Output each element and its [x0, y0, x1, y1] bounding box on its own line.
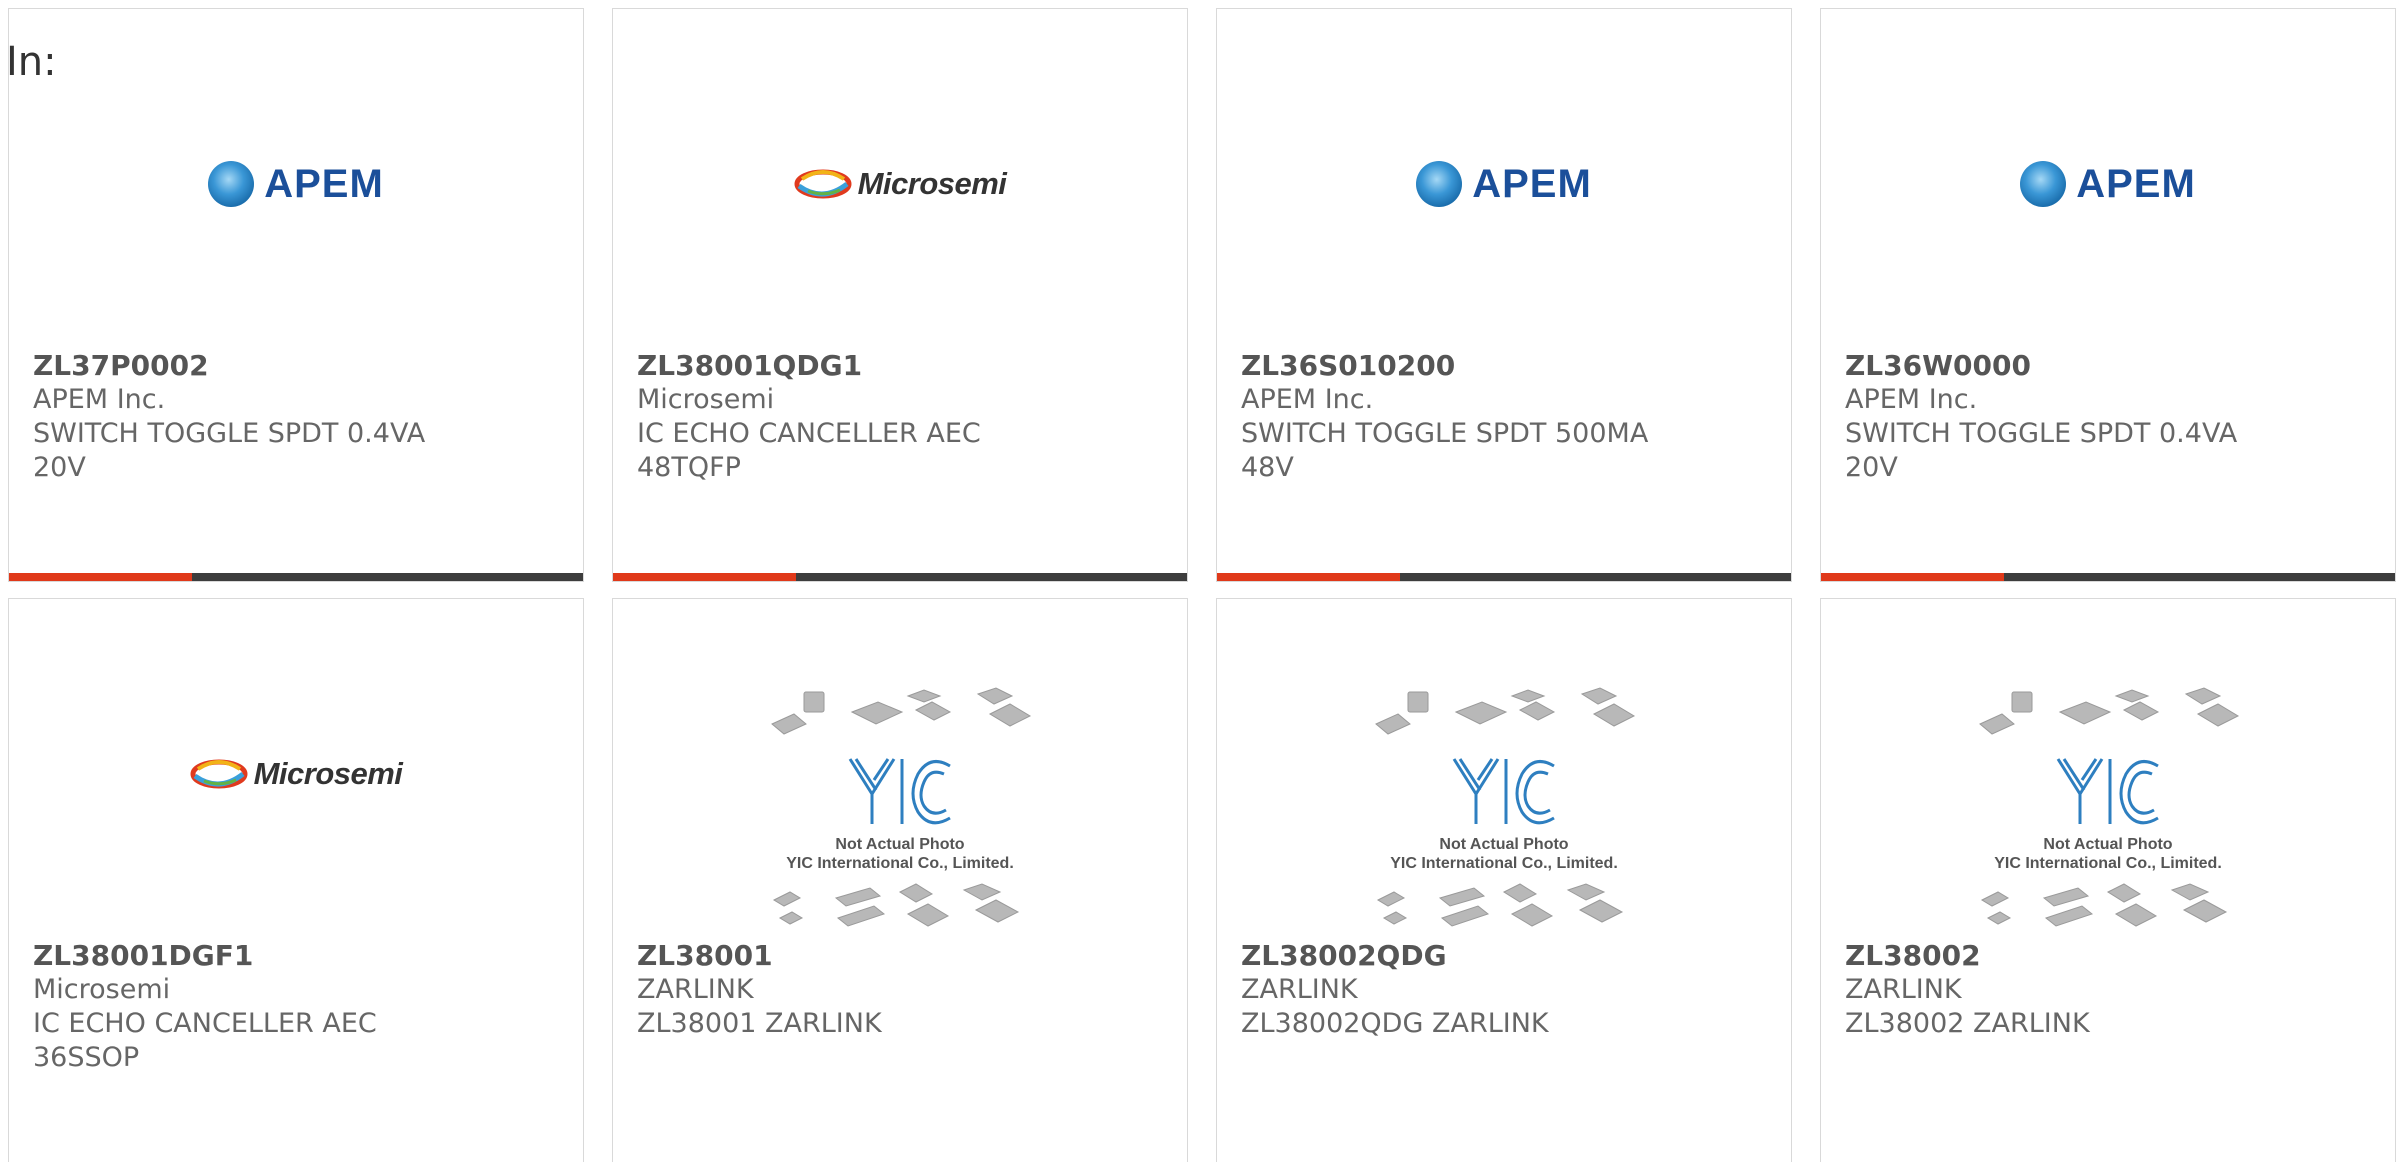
placeholder-caption-2: YIC International Co., Limited. — [1994, 855, 2222, 872]
product-card[interactable]: Not Actual Photo YIC International Co., … — [612, 598, 1188, 1162]
manufacturer: ZARLINK — [1845, 974, 1962, 1005]
product-card[interactable]: Microsemi ZL38001DGF1 Microsemi IC ECHO … — [8, 598, 584, 1162]
manufacturer: APEM Inc. — [33, 384, 166, 415]
placeholder-caption-1: Not Actual Photo — [835, 836, 964, 853]
description: ZL38002QDG ZARLINK — [1241, 1008, 1549, 1039]
description: SWITCH TOGGLE SPDT 0.4VA 20V — [33, 418, 426, 483]
yic-placeholder-image: Not Actual Photo YIC International Co., … — [1979, 687, 2240, 927]
microsemi-swirl-icon — [794, 169, 852, 199]
apem-logo: APEM — [208, 161, 384, 207]
card-footer-bar — [613, 573, 1187, 581]
manufacturer: ZARLINK — [1241, 974, 1358, 1005]
placeholder-caption-2: YIC International Co., Limited. — [786, 855, 1014, 872]
apem-logo-text: APEM — [264, 161, 384, 206]
apem-logo: APEM — [1416, 161, 1592, 207]
description: SWITCH TOGGLE SPDT 0.4VA 20V — [1845, 418, 2238, 483]
search-label: In: — [6, 39, 57, 85]
description: IC ECHO CANCELLER AEC 36SSOP — [33, 1008, 377, 1073]
part-number[interactable]: ZL36S010200 — [1241, 349, 1767, 383]
microsemi-logo: Microsemi — [190, 756, 403, 792]
product-card[interactable]: APEM ZL37P0002 APEM Inc. SWITCH TOGGLE S… — [8, 8, 584, 582]
microsemi-logo: Microsemi — [794, 166, 1007, 202]
microsemi-swirl-icon — [190, 759, 248, 789]
apem-globe-icon — [208, 161, 255, 207]
part-number[interactable]: ZL38001DGF1 — [33, 939, 559, 973]
card-footer-bar — [1217, 573, 1791, 581]
manufacturer: APEM Inc. — [1241, 384, 1374, 415]
product-image: Not Actual Photo YIC International Co., … — [1217, 679, 1791, 939]
description: SWITCH TOGGLE SPDT 500MA 48V — [1241, 418, 1649, 483]
part-number[interactable]: ZL36W0000 — [1845, 349, 2371, 383]
apem-globe-icon — [2020, 161, 2067, 207]
part-number[interactable]: ZL38001 — [637, 939, 1163, 973]
product-image: APEM — [1217, 119, 1791, 249]
apem-logo-text: APEM — [2076, 161, 2196, 206]
apem-globe-icon — [1416, 161, 1463, 207]
product-card[interactable]: APEM ZL36S010200 APEM Inc. SWITCH TOGGLE… — [1216, 8, 1792, 582]
manufacturer: Microsemi — [33, 974, 171, 1005]
product-image: Not Actual Photo YIC International Co., … — [1821, 679, 2395, 939]
product-image: Not Actual Photo YIC International Co., … — [613, 679, 1187, 939]
card-footer-bar — [9, 573, 583, 581]
part-number[interactable]: ZL37P0002 — [33, 349, 559, 383]
yic-placeholder-image: Not Actual Photo YIC International Co., … — [771, 687, 1032, 927]
product-card[interactable]: Not Actual Photo YIC International Co., … — [1820, 598, 2396, 1162]
yic-placeholder-image: Not Actual Photo YIC International Co., … — [1375, 687, 1636, 927]
part-number[interactable]: ZL38002QDG — [1241, 939, 1767, 973]
product-card[interactable]: Not Actual Photo YIC International Co., … — [1216, 598, 1792, 1162]
description: ZL38002 ZARLINK — [1845, 1008, 2090, 1039]
card-footer-bar — [1821, 573, 2395, 581]
description: ZL38001 ZARLINK — [637, 1008, 882, 1039]
product-card[interactable]: Microsemi ZL38001QDG1 Microsemi IC ECHO … — [612, 8, 1188, 582]
microsemi-logo-text: Microsemi — [857, 166, 1007, 201]
product-image: APEM — [9, 119, 583, 249]
placeholder-caption-1: Not Actual Photo — [1439, 836, 1568, 853]
placeholder-caption-1: Not Actual Photo — [2043, 836, 2172, 853]
manufacturer: Microsemi — [637, 384, 775, 415]
placeholder-caption-2: YIC International Co., Limited. — [1390, 855, 1618, 872]
product-image: Microsemi — [613, 119, 1187, 249]
description: IC ECHO CANCELLER AEC 48TQFP — [637, 418, 981, 483]
part-number[interactable]: ZL38001QDG1 — [637, 349, 1163, 383]
apem-logo-text: APEM — [1472, 161, 1592, 206]
product-image: Microsemi — [9, 709, 583, 839]
product-image: APEM — [1821, 119, 2395, 249]
product-card[interactable]: APEM ZL36W0000 APEM Inc. SWITCH TOGGLE S… — [1820, 8, 2396, 582]
manufacturer: APEM Inc. — [1845, 384, 1978, 415]
apem-logo: APEM — [2020, 161, 2196, 207]
microsemi-logo-text: Microsemi — [253, 756, 403, 791]
part-number[interactable]: ZL38002 — [1845, 939, 2371, 973]
manufacturer: ZARLINK — [637, 974, 754, 1005]
